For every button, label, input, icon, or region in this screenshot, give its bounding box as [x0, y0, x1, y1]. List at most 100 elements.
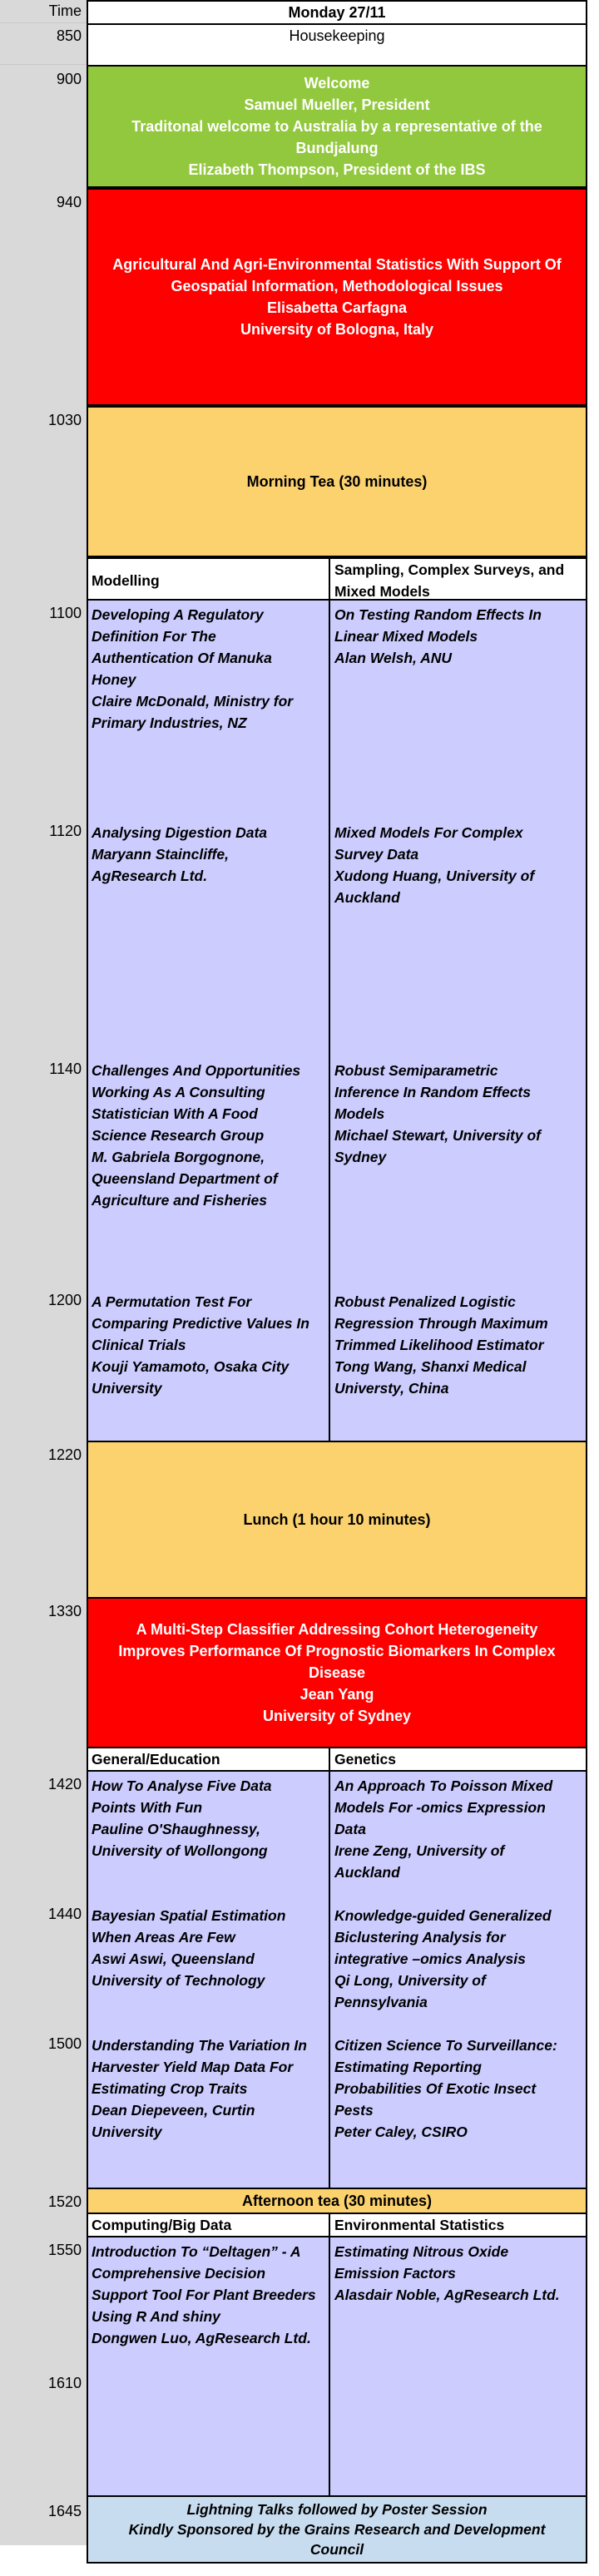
session2-right-title: Genetics — [334, 1751, 396, 1768]
session1-slot3-left-talk: Challenges And Opportunities Working As A… — [92, 1060, 326, 1211]
session1-slot2-left-talk-line: Maryann Staincliffe, — [92, 846, 230, 863]
session1-slot3-right-talk-line: Inference In Random Effects — [334, 1084, 531, 1100]
session1-slot1-right-talk: On Testing Random Effects In Linear Mixed… — [334, 604, 584, 669]
session3-slot1-left-talk-line: Dongwen Luo, AgResearch Ltd. — [92, 2330, 311, 2346]
session1-slot1-left-talk-line: Definition For The — [92, 628, 216, 645]
session2-slot2-right-talk-line: Knowledge-guided Generalized — [334, 1907, 552, 1924]
session1-slot4-left-talk-line: University — [92, 1380, 162, 1397]
session3-slot1-left-talk-line: Introduction To “Deltagen” - A — [92, 2243, 301, 2260]
lunch-block-line: Lunch (1 hour 10 minutes) — [243, 1511, 431, 1528]
session1-slot3-right-talk-line: Sydney — [334, 1149, 387, 1165]
session2-slot2-right-talk-line: Qi Long, University of — [334, 1972, 486, 1989]
session1-slot4-right-talk-line: Robust Penalized Logistic — [334, 1293, 516, 1310]
session1-slot3-left-talk-line: Agriculture and Fisheries — [92, 1192, 268, 1209]
day-title: Monday 27/11 — [288, 4, 386, 21]
session2-slot1-right-talk-line: Auckland — [334, 1864, 400, 1881]
session1-slot4-right-talk-line: Universty, China — [334, 1380, 449, 1397]
session2-slot3-right-talk-line: Citizen Science To Surveillance: — [334, 2037, 557, 2054]
keynote1-block-line: University of Bologna, Italy — [240, 321, 434, 338]
session2-slot3-time: 1500 — [47, 2035, 82, 2052]
session2-slot1-left-talk-line: University of Wollongong — [92, 1842, 268, 1859]
lightning-block-line: Council — [309, 2541, 364, 2558]
session2-slot1-right-talk-line: Irene Zeng, University of — [334, 1842, 505, 1859]
keynote2-block-line: A Multi-Step Classifier Addressing Cohor… — [136, 1621, 538, 1638]
schedule: Time Monday 27/11 850 Housekeeping 900 Welcom… — [0, 0, 599, 2576]
keynote2-block-line: Jean Yang — [300, 1686, 374, 1703]
welcome-time: 900 — [56, 71, 82, 87]
session3-slot1-time: 1550 — [47, 2242, 82, 2258]
lunch-time: 1220 — [47, 1446, 82, 1463]
session2-slot3-left-talk-line: Dean Diepeveen, Curtin — [92, 2102, 255, 2119]
session1-slot3-right-talk-line: Robust Semiparametric — [334, 1062, 498, 1079]
session1-right-title: Sampling, Complex Surveys, and Mixed Mod… — [334, 561, 565, 600]
session1-slot4-left-talk-line: Comparing Predictive Values In — [92, 1315, 309, 1332]
lunch-block: Lunch (1 hour 10 minutes) — [87, 1441, 587, 1599]
session3-left-title: Computing/Big Data — [92, 2217, 232, 2233]
afternoon-tea-time: 1520 — [47, 2193, 82, 2210]
session3-slot1-left-talk-line: Using R And shiny — [92, 2308, 220, 2325]
session1-slot1-left-talk-line: Claire McDonald, Ministry for — [92, 693, 294, 710]
session2-slot2-left-talk-line: Aswi Aswi, Queensland — [92, 1951, 255, 1967]
session2-slot3-left-talk-line: Estimating Crop Traits — [92, 2080, 248, 2097]
afternoon-tea-block: Afternoon tea (30 minutes) — [87, 2188, 587, 2214]
session2-slot3-left-talk-line: Understanding The Variation In — [92, 2037, 307, 2054]
keynote2-block-line: Disease — [308, 1664, 366, 1681]
session1-slot4-left-talk: A Permutation Test For Comparing Predicti… — [92, 1291, 326, 1399]
header-time: Time — [48, 2, 82, 19]
lightning-block-line: Kindly Sponsored by the Grains Research … — [128, 2521, 546, 2538]
lightning-block: Lightning Talks followed by Poster Sessi… — [87, 2495, 587, 2564]
session3-slot1-left-talk-line: Comprehensive Decision — [92, 2265, 266, 2282]
session1-body-divider — [329, 599, 330, 1442]
session2-slot1-right-talk-line: An Approach To Poisson Mixed — [334, 1777, 553, 1794]
session2-slot1-left-talk: How To Analyse Five Data Points With Fun P… — [92, 1775, 326, 1862]
session1-left-title: Modelling — [92, 572, 160, 589]
session3-body-divider — [329, 2236, 330, 2497]
afternoon-tea-block-line: Afternoon tea (30 minutes) — [241, 2193, 433, 2209]
session1-slot4-right-talk: Robust Penalized Logistic Regression Thro… — [334, 1291, 584, 1399]
session1-slot1-left-talk-line: Primary Industries, NZ — [92, 714, 247, 731]
session1-slot2-left-talk-line: AgResearch Ltd. — [92, 868, 208, 884]
session2-header-divider — [329, 1747, 330, 1772]
housekeeping-time: 850 — [56, 27, 82, 44]
session3-slot1-right-talk-line: Emission Factors — [334, 2265, 456, 2282]
session2-slot3-right-talk-line: Pests — [334, 2102, 374, 2119]
session2-body-divider — [329, 1770, 330, 2189]
session2-slot2-left-talk: Bayesian Spatial Estimation When Areas Ar… — [92, 1905, 326, 1991]
session1-slot3-right-talk-line: Models — [334, 1105, 385, 1122]
session1-slot3-right-talk-line: Michael Stewart, University of — [334, 1127, 541, 1144]
morning-tea-block-line: Morning Tea (30 minutes) — [246, 473, 428, 490]
keynote1-time: 940 — [56, 194, 82, 210]
keynote1-block-line: Agricultural And Agri-Environmental Stat… — [112, 256, 562, 273]
keynote1-block-line: Elisabetta Carfagna — [266, 299, 408, 316]
lightning-block-line: Lightning Talks followed by Poster Sessi… — [186, 2501, 488, 2518]
session2-slot2-time: 1440 — [47, 1906, 82, 1922]
session1-slot1-left-talk-line: Honey — [92, 671, 136, 688]
housekeeping-label: Housekeeping — [289, 27, 385, 44]
session1-slot3-left-talk-line: M. Gabriela Borgognone, — [92, 1149, 265, 1165]
session2-slot1-left-talk-line: Pauline O'Shaughnessy, — [92, 1821, 260, 1837]
session2-slot2-left-talk-line: Bayesian Spatial Estimation — [92, 1907, 286, 1924]
session2-left-title: General/Education — [92, 1751, 220, 1768]
keynote2-block-line: Improves Performance Of Prognostic Bioma… — [118, 1643, 556, 1659]
session2-slot1-right-talk-line: Data — [334, 1821, 366, 1837]
session2-slot3-left-talk: Understanding The Variation In Harvester … — [92, 2035, 326, 2143]
session1-slot1-left-talk-line: Authentication Of Manuka — [92, 650, 272, 666]
session1-slot1-time: 1100 — [49, 605, 82, 621]
session1-slot2-right-talk-line: Mixed Models For Complex — [334, 824, 523, 841]
session1-slot4-left-talk-line: Kouji Yamamoto, Osaka City — [92, 1358, 290, 1375]
session1-slot3-time: 1140 — [49, 1061, 82, 1077]
session2-slot1-left-talk-line: How To Analyse Five Data — [92, 1777, 272, 1794]
session3-slot1-right-talk-line: Estimating Nitrous Oxide — [334, 2243, 509, 2260]
session1-slot4-left-talk-line: Clinical Trials — [92, 1337, 186, 1353]
session3-extra-time: 1610 — [47, 2375, 82, 2391]
session1-slot3-left-talk-line: Challenges And Opportunities — [92, 1062, 301, 1079]
session1-slot1-right-talk-line: Alan Welsh, ANU — [334, 650, 452, 666]
session2-slot3-right-talk-line: Probabilities Of Exotic Insect — [334, 2080, 537, 2097]
welcome-block-line: Traditonal welcome to Australia by a rep… — [131, 118, 542, 156]
session2-slot2-right-talk-line: integrative –omics Analysis — [334, 1951, 526, 1967]
session1-slot2-left-talk: Analysing Digestion Data Maryann Staincli… — [92, 822, 326, 887]
session1-slot4-right-talk-line: Regression Through Maximum — [334, 1315, 548, 1332]
session2-slot1-left-talk-line: Points With Fun — [92, 1799, 203, 1816]
session1-slot1-right-talk-line: Linear Mixed Models — [334, 628, 478, 645]
session3-right-title: Environmental Statistics — [334, 2217, 505, 2233]
